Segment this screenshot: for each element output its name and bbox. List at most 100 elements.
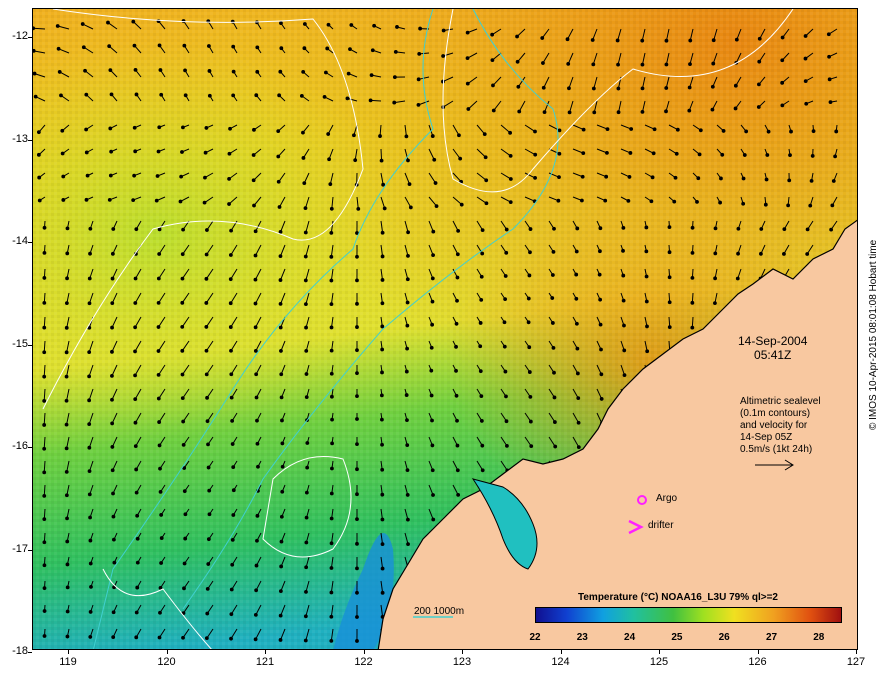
- velocity-arrow-head: [664, 109, 668, 114]
- velocity-arrow-head: [304, 490, 309, 495]
- velocity-arrow-head: [84, 150, 89, 155]
- velocity-arrow-head: [598, 322, 603, 327]
- velocity-arrow-head: [228, 325, 233, 329]
- velocity-arrow-head: [664, 38, 669, 43]
- velocity-arrow-head: [135, 585, 140, 590]
- velocity-arrow-head: [254, 372, 259, 377]
- velocity-arrow-head: [454, 321, 459, 326]
- velocity-arrow-head: [622, 373, 627, 378]
- velocity-arrow-head: [111, 514, 116, 519]
- velocity-arrow-head: [508, 177, 513, 181]
- velocity-arrow-head: [551, 249, 556, 254]
- velocity-arrow-head: [207, 488, 212, 493]
- velocity-arrow-head: [304, 540, 309, 545]
- velocity-arrow-head: [229, 348, 233, 353]
- velocity-arrow-head: [557, 151, 562, 156]
- velocity-arrow-head: [42, 493, 47, 498]
- velocity-arrow-head: [466, 107, 471, 111]
- velocity-arrow-head: [405, 277, 410, 282]
- velocity-arrow-head: [255, 513, 260, 518]
- velocity-arrow-head: [710, 107, 715, 112]
- velocity-arrow-head: [675, 127, 680, 132]
- velocity-arrow-head: [55, 24, 60, 28]
- velocity-arrow-head: [279, 349, 283, 353]
- velocity-arrow-head: [303, 254, 308, 259]
- velocity-arrow-head: [110, 276, 115, 281]
- velocity-arrow-head: [352, 133, 356, 138]
- velocity-arrow-head: [505, 443, 509, 448]
- alt-line: Altimetric sealevel: [740, 396, 821, 407]
- velocity-arrow-head: [304, 325, 308, 330]
- velocity-arrow-head: [183, 536, 188, 541]
- velocity-arrow-head: [112, 560, 117, 565]
- velocity-arrow-head: [764, 177, 769, 182]
- velocity-arrow-head: [253, 348, 258, 353]
- velocity-arrow-head: [204, 126, 209, 130]
- velocity-arrow-head: [454, 393, 459, 398]
- velocity-arrow-head: [256, 464, 260, 469]
- velocity-arrow-head: [253, 325, 258, 330]
- velocity-arrow-head: [157, 43, 162, 48]
- velocity-arrow-head: [278, 325, 283, 330]
- velocity-arrow-head: [640, 109, 645, 114]
- sst-map[interactable]: [32, 8, 858, 650]
- lon-tick: [265, 650, 266, 654]
- velocity-arrow-head: [713, 276, 718, 281]
- lat-tick: [28, 139, 32, 141]
- velocity-arrow-head: [557, 175, 561, 180]
- velocity-arrow-head: [553, 444, 558, 449]
- velocity-arrow-head: [61, 174, 66, 179]
- velocity-arrow-head: [110, 373, 114, 378]
- velocity-arrow-head: [206, 442, 210, 447]
- velocity-arrow-head: [528, 250, 532, 255]
- velocity-arrow-head: [133, 67, 138, 72]
- velocity-arrow-head: [254, 395, 259, 400]
- velocity-arrow-head: [255, 45, 260, 50]
- velocity-arrow-head: [465, 30, 470, 35]
- velocity-arrow-head: [356, 206, 361, 211]
- velocity-arrow-head: [504, 227, 509, 232]
- velocity-arrow-head: [406, 158, 410, 163]
- velocity-arrow-head: [526, 296, 531, 301]
- colorbar-title: Temperature (°C) NOAA16_L3U 79% ql>=2: [578, 592, 778, 603]
- velocity-arrow-head: [280, 489, 285, 494]
- velocity-arrow-head: [180, 325, 185, 329]
- velocity-arrow-head: [763, 202, 768, 207]
- velocity-arrow-head: [88, 538, 93, 543]
- velocity-arrow-head: [503, 274, 508, 278]
- velocity-arrow-head: [279, 564, 284, 569]
- velocity-arrow-head: [615, 38, 620, 43]
- velocity-arrow-head: [278, 230, 283, 234]
- colorbar-tick-label: 26: [718, 632, 730, 643]
- velocity-arrow-head: [329, 206, 334, 211]
- velocity-arrow-head: [576, 420, 581, 425]
- velocity-arrow-head: [490, 32, 495, 37]
- velocity-arrow-head: [581, 127, 586, 132]
- velocity-arrow-head: [430, 299, 435, 304]
- velocity-arrow-head: [355, 325, 359, 329]
- velocity-arrow-head: [527, 345, 532, 350]
- velocity-arrow-head: [111, 610, 116, 615]
- velocity-arrow-head: [804, 101, 809, 106]
- velocity-arrow-head: [322, 95, 327, 99]
- velocity-arrow-head: [111, 227, 116, 231]
- velocity-arrow-head: [181, 419, 186, 424]
- velocity-arrow-head: [231, 513, 236, 517]
- velocity-arrow-head: [719, 176, 723, 181]
- velocity-arrow-head: [380, 467, 385, 472]
- velocity-arrow-head: [721, 129, 726, 133]
- velocity-arrow-head: [255, 441, 260, 446]
- velocity-arrow-head: [157, 443, 162, 448]
- velocity-arrow-head: [302, 46, 307, 51]
- velocity-arrow-head: [392, 100, 397, 105]
- velocity-arrow-head: [640, 62, 645, 67]
- velocity-arrow-head: [132, 125, 137, 130]
- velocity-arrow-head: [605, 150, 609, 155]
- velocity-arrow-head: [87, 398, 92, 403]
- velocity-arrow-head: [280, 441, 285, 446]
- lon-tick: [363, 650, 365, 654]
- velocity-arrow-head: [788, 153, 792, 158]
- velocity-arrow-head: [491, 108, 496, 113]
- velocity-arrow-head: [416, 102, 421, 107]
- velocity-arrow-head: [229, 395, 234, 400]
